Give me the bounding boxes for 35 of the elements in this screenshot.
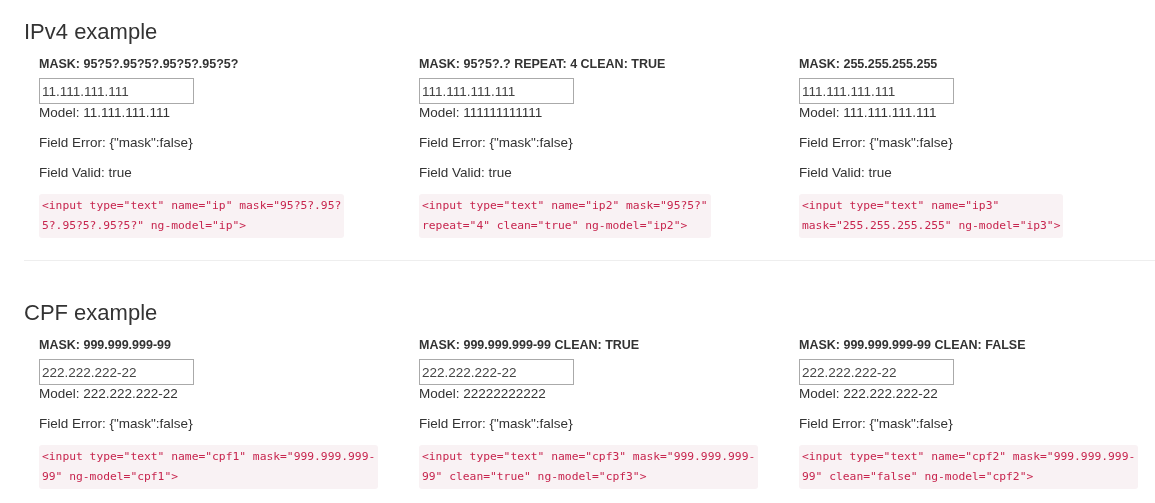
model-text: Model: 222.222.222-22: [39, 385, 178, 403]
model-text: Model: 111.111.111.111: [799, 104, 937, 122]
mask-label: MASK: 999.999.999-99 CLEAN: TRUE: [419, 337, 640, 353]
code-snippet: <input type="text" name="cpf2" mask="999.999.999- 99" clean="false" ng-model="cpf2">: [799, 445, 1139, 489]
input-field[interactable]: 11.111.111.111: [39, 78, 194, 104]
model-text: Model: 111111111111: [419, 104, 543, 122]
input-field[interactable]: 111.111.111.111: [799, 78, 954, 104]
field-valid-text: Field Valid: true: [419, 164, 512, 182]
model-text: Model: 11.111.111.111: [39, 104, 171, 122]
field-error-text: Field Error: {"mask":false}: [39, 415, 193, 433]
mask-label: MASK: 95?5?.? REPEAT: 4 CLEAN: TRUE: [419, 56, 666, 72]
code-snippet: <input type="text" name="cpf1" mask="999.999.999- 99" ng-model="cpf1">: [39, 445, 379, 489]
field-valid-text: Field Valid: true: [39, 164, 132, 182]
section-title: IPv4 example: [24, 18, 159, 46]
mask-label: MASK: 255.255.255.255: [799, 56, 938, 72]
field-error-text: Field Error: {"mask":false}: [799, 415, 953, 433]
code-snippet: <input type="text" name="cpf3" mask="999.999.999- 99" clean="true" ng-model="cpf3">: [419, 445, 759, 489]
field-error-text: Field Error: {"mask":false}: [799, 134, 953, 152]
section-title: CPF example: [24, 299, 159, 327]
field-error-text: Field Error: {"mask":false}: [39, 134, 193, 152]
field-valid-text: Field Valid: true: [799, 164, 892, 182]
mask-label: MASK: 999.999.999-99 CLEAN: FALSE: [799, 337, 1026, 353]
code-snippet: <input type="text" name="ip" mask="95?5?.95? 5?.95?5?.95?5?" ng-model="ip">: [39, 194, 345, 238]
code-snippet: <input type="text" name="ip2" mask="95?5?" repeat="4" clean="true" ng-model="ip2">: [419, 194, 711, 238]
input-field[interactable]: 222.222.222-22: [419, 359, 574, 385]
input-field[interactable]: 222.222.222-22: [799, 359, 954, 385]
mask-label: MASK: 95?5?.95?5?.95?5?.95?5?: [39, 56, 239, 72]
model-text: Model: 222.222.222-22: [799, 385, 938, 403]
code-snippet: <input type="text" name="ip3" mask="255.255.255.255" ng-model="ip3">: [799, 194, 1064, 238]
input-field[interactable]: 222.222.222-22: [39, 359, 194, 385]
input-field[interactable]: 111.111.111.111: [419, 78, 574, 104]
model-text: Model: 22222222222: [419, 385, 546, 403]
field-error-text: Field Error: {"mask":false}: [419, 415, 573, 433]
field-error-text: Field Error: {"mask":false}: [419, 134, 573, 152]
mask-label: MASK: 999.999.999-99: [39, 337, 172, 353]
